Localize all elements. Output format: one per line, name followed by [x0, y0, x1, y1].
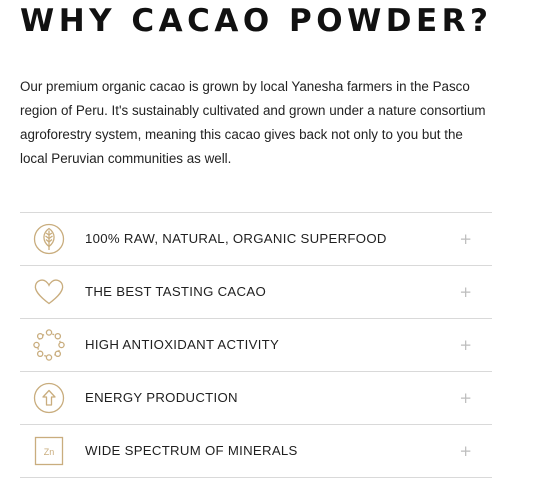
accordion-item-label: THE BEST TASTING CACAO: [85, 284, 266, 299]
section-title: WHY CACAO POWDER?: [20, 3, 493, 39]
leaf-icon: [33, 223, 65, 255]
molecule-ring-icon: [33, 329, 65, 361]
accordion-item-label: 100% RAW, NATURAL, ORGANIC SUPERFOOD: [85, 231, 387, 246]
accordion-item-minerals[interactable]: Zn WIDE SPECTRUM OF MINERALS +: [20, 425, 492, 478]
accordion-item-label: WIDE SPECTRUM OF MINERALS: [85, 443, 298, 458]
zinc-symbol-text: Zn: [44, 447, 55, 457]
accordion-item-label: ENERGY PRODUCTION: [85, 390, 238, 405]
expand-plus-icon[interactable]: +: [459, 213, 472, 265]
expand-plus-icon[interactable]: +: [459, 319, 472, 371]
benefits-accordion: 100% RAW, NATURAL, ORGANIC SUPERFOOD + T…: [20, 212, 492, 478]
accordion-item-antioxidant[interactable]: HIGH ANTIOXIDANT ACTIVITY +: [20, 319, 492, 372]
expand-plus-icon[interactable]: +: [459, 425, 472, 477]
accordion-item-energy[interactable]: ENERGY PRODUCTION +: [20, 372, 492, 425]
expand-plus-icon[interactable]: +: [459, 372, 472, 424]
intro-paragraph: Our premium organic cacao is grown by lo…: [20, 79, 486, 166]
accordion-item-label: HIGH ANTIOXIDANT ACTIVITY: [85, 337, 280, 352]
heart-icon: [33, 276, 65, 308]
accordion-item-best-tasting[interactable]: THE BEST TASTING CACAO +: [20, 266, 492, 319]
zinc-element-icon: Zn: [33, 435, 65, 467]
accordion-item-raw-organic[interactable]: 100% RAW, NATURAL, ORGANIC SUPERFOOD +: [20, 213, 492, 266]
arrow-up-circle-icon: [33, 382, 65, 414]
expand-plus-icon[interactable]: +: [459, 266, 472, 318]
